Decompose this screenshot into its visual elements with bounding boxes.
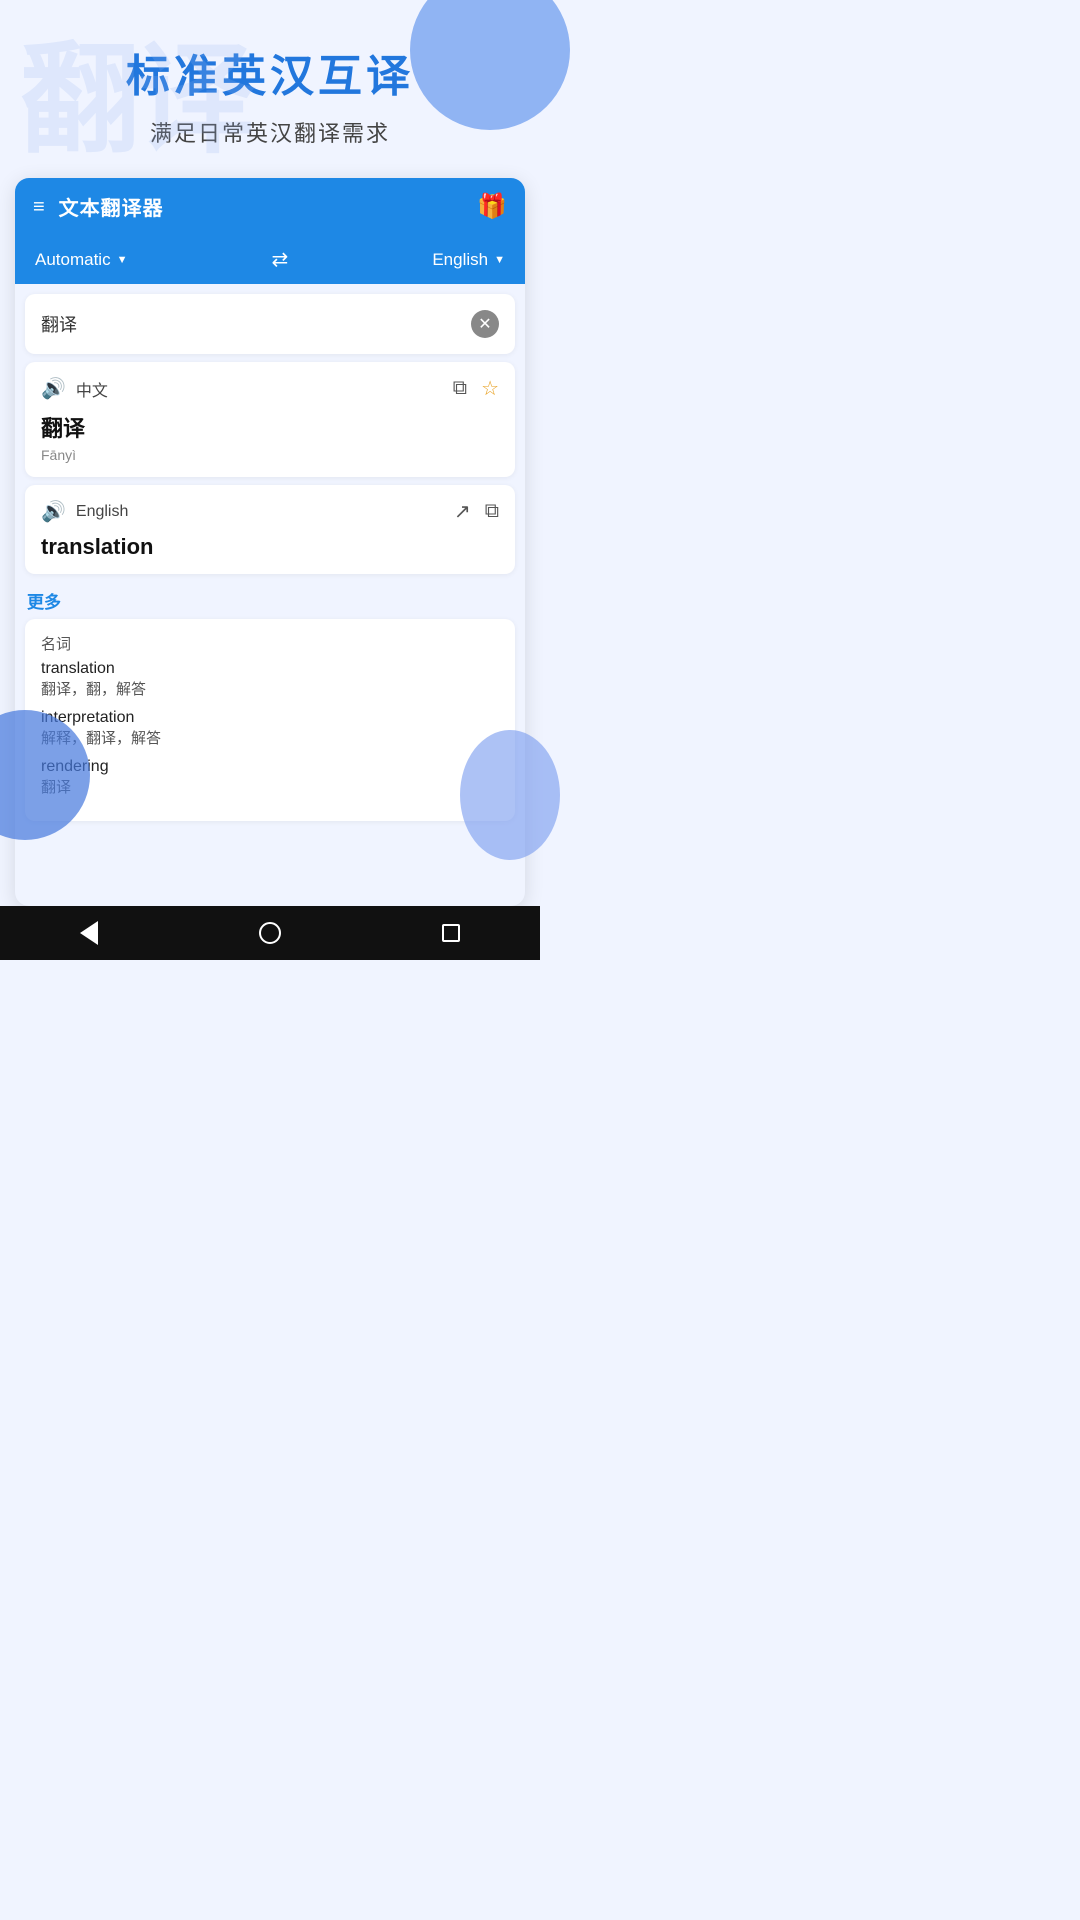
source-language-selector[interactable]: Automatic ▼ <box>35 250 127 270</box>
menu-icon[interactable]: ≡ <box>33 197 45 217</box>
more-item-2-word: interpretation <box>41 709 499 727</box>
language-bar: Automatic ▼ ⇄ English ▼ <box>15 235 525 284</box>
external-link-icon[interactable]: ↗ <box>454 499 471 524</box>
favorite-icon[interactable]: ☆ <box>481 376 499 401</box>
target-language-label: English <box>432 250 488 270</box>
chinese-result-card: 🔊 中文 ⧉ ☆ 翻译 Fānyì <box>25 362 515 477</box>
more-item-2-meaning: 解释，翻译，解答 <box>41 727 499 748</box>
nav-home-button[interactable] <box>259 922 281 944</box>
clear-button[interactable]: ✕ <box>471 310 499 338</box>
bottom-navigation <box>0 906 540 960</box>
more-item-1: translation 翻译，翻，解答 <box>41 660 499 699</box>
chinese-speaker-icon[interactable]: 🔊 <box>41 376 66 401</box>
input-section[interactable]: 翻译 ✕ <box>25 294 515 354</box>
swap-languages-button[interactable]: ⇄ <box>272 247 289 272</box>
target-language-selector[interactable]: English ▼ <box>432 250 505 270</box>
more-item-2: interpretation 解释，翻译，解答 <box>41 709 499 748</box>
app-toolbar: ≡ 文本翻译器 🎁 <box>15 178 525 235</box>
pinyin-text: Fānyì <box>41 447 499 463</box>
source-lang-dropdown-icon: ▼ <box>117 254 128 266</box>
gift-icon[interactable]: 🎁 <box>477 192 507 221</box>
more-card: 名词 translation 翻译，翻，解答 interpretation 解释… <box>25 619 515 821</box>
clear-icon: ✕ <box>478 314 491 334</box>
more-item-1-word: translation <box>41 660 499 678</box>
more-label: 更多 <box>25 588 515 613</box>
app-card: ≡ 文本翻译器 🎁 Automatic ▼ ⇄ English ▼ 翻译 ✕ <box>15 178 525 906</box>
more-item-3: rendering 翻译 <box>41 758 499 797</box>
copy-english-icon[interactable]: ⧉ <box>485 500 499 523</box>
nav-recents-button[interactable] <box>442 924 460 942</box>
more-item-3-word: rendering <box>41 758 499 776</box>
input-text: 翻译 <box>41 311 471 337</box>
chinese-result-text: 翻译 <box>41 411 499 443</box>
more-item-3-meaning: 翻译 <box>41 776 499 797</box>
english-speaker-icon[interactable]: 🔊 <box>41 499 66 524</box>
english-result-card: 🔊 English ↗ ⧉ translation <box>25 485 515 574</box>
copy-chinese-icon[interactable]: ⧉ <box>453 377 467 400</box>
more-section: 更多 名词 translation 翻译，翻，解答 interpretation… <box>15 582 525 825</box>
toolbar-title: 文本翻译器 <box>59 192 164 221</box>
background-watermark: 翻译 <box>20 40 250 160</box>
target-lang-dropdown-icon: ▼ <box>494 254 505 266</box>
source-language-label: Automatic <box>35 250 111 270</box>
chinese-lang-label: 中文 <box>76 377 108 401</box>
english-lang-label: English <box>76 503 128 521</box>
more-item-1-meaning: 翻译，翻，解答 <box>41 678 499 699</box>
noun-label: 名词 <box>41 633 499 654</box>
english-result-text: translation <box>41 534 499 560</box>
nav-back-button[interactable] <box>80 921 98 945</box>
